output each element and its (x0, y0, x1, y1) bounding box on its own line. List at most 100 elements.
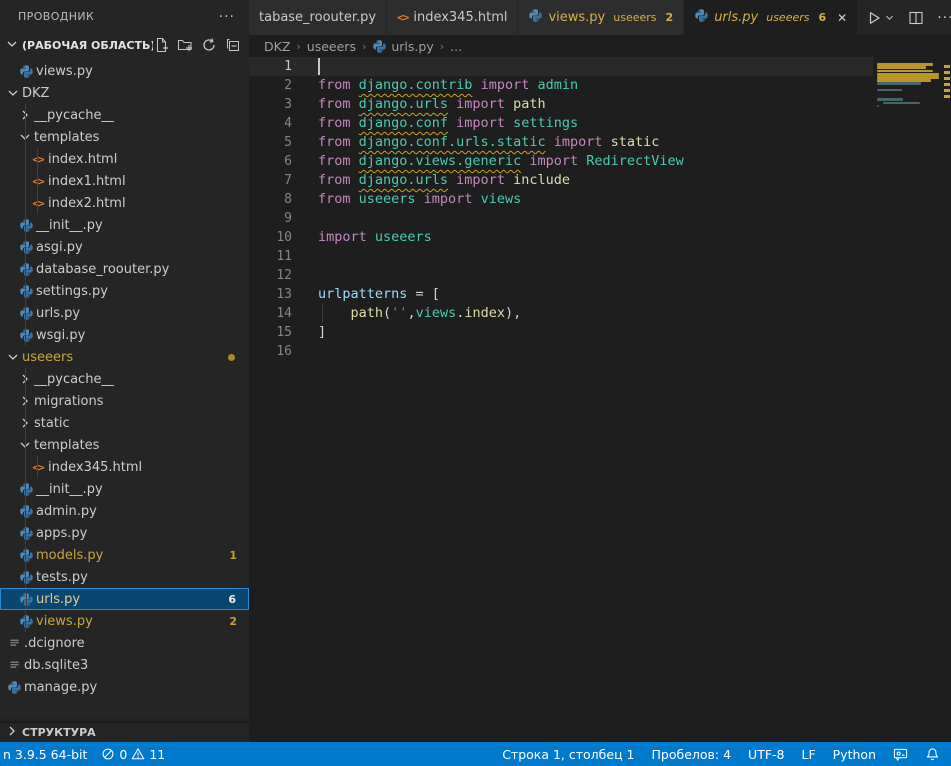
tree-item-label: index2.html (48, 196, 126, 211)
tree-item-label: __init__.py (36, 482, 103, 497)
more-editor-actions-icon[interactable]: ··· (937, 10, 951, 26)
indent-guide (25, 170, 26, 192)
breadcrumb-item--[interactable]: ... (450, 39, 462, 54)
code-line-1[interactable]: 1 (249, 57, 873, 76)
tree-folder-static[interactable]: static (0, 412, 249, 434)
python-interpreter-status[interactable]: n 3.9.5 64-bit (3, 747, 87, 762)
tree-file-settings-py[interactable]: settings.py (0, 280, 249, 302)
tree-folder--pycache-[interactable]: __pycache__ (0, 368, 249, 390)
tree-file-views-py[interactable]: views.py2 (0, 610, 249, 632)
views-more-actions-icon[interactable]: ··· (219, 9, 235, 25)
tab-index345-html[interactable]: <>index345.html (387, 0, 518, 35)
problem-badge: 1 (229, 549, 237, 562)
code-line-2[interactable]: 2from django.contrib import admin (249, 76, 873, 95)
line-number: 7 (249, 171, 292, 190)
breadcrumb-separator: › (362, 40, 366, 53)
code-line-13[interactable]: 13urlpatterns = [ (249, 285, 873, 304)
collapse-all-icon[interactable] (225, 37, 241, 53)
eol-status[interactable]: LF (802, 747, 816, 762)
tree-file-admin-py[interactable]: admin.py (0, 500, 249, 522)
tree-file-index345-html[interactable]: <>index345.html (0, 456, 249, 478)
tree-folder--pycache-[interactable]: __pycache__ (0, 104, 249, 126)
refresh-icon[interactable] (201, 37, 217, 53)
tree-file-index1-html[interactable]: <>index1.html (0, 170, 249, 192)
new-folder-icon[interactable] (177, 37, 193, 53)
tree-file-wsgi-py[interactable]: wsgi.py (0, 324, 249, 346)
code-line-15[interactable]: 15] (249, 323, 873, 342)
tree-folder-templates[interactable]: templates (0, 126, 249, 148)
tree-file-db-sqlite3[interactable]: db.sqlite3 (0, 654, 249, 676)
problems-status[interactable]: 0 11 (101, 747, 165, 762)
outline-section-header[interactable]: СТРУКТУРА (0, 722, 249, 742)
html-icon: <> (32, 153, 43, 166)
workspace-section-header[interactable]: (РАБОЧАЯ ОБЛАСТЬ) ... (0, 33, 249, 57)
problem-badge: 6 (228, 593, 236, 606)
code-editor[interactable]: 12from django.contrib import admin3from … (249, 57, 951, 742)
run-python-button[interactable] (866, 10, 895, 26)
line-number: 6 (249, 152, 292, 171)
feedback-icon[interactable] (893, 747, 908, 762)
tree-folder-templates[interactable]: templates (0, 434, 249, 456)
tree-folder-migrations[interactable]: migrations (0, 390, 249, 412)
breadcrumb-item-useeers[interactable]: useeers (307, 39, 356, 54)
indent-guide (37, 148, 38, 170)
close-tab-icon[interactable]: ✕ (837, 11, 847, 25)
new-file-icon[interactable] (153, 37, 169, 53)
code-line-3[interactable]: 3from django.urls import path (249, 95, 873, 114)
minimap-line (877, 98, 903, 100)
overview-ruler[interactable] (943, 57, 951, 742)
tree-item-label: __pycache__ (34, 108, 114, 123)
code-line-9[interactable]: 9 (249, 209, 873, 228)
tree-item-label: urls.py (36, 306, 80, 321)
tree-file-index2-html[interactable]: <>index2.html (0, 192, 249, 214)
tree-folder-DKZ[interactable]: DKZ (0, 82, 249, 104)
tree-file--dcignore[interactable]: .dcignore (0, 632, 249, 654)
tree-file-urls-py[interactable]: urls.py (0, 302, 249, 324)
indent-guide (25, 610, 26, 632)
language-mode-status[interactable]: Python (833, 747, 876, 762)
tree-file-database-roouter-py[interactable]: database_roouter.py (0, 258, 249, 280)
tree-file--init-py[interactable]: __init__.py (0, 478, 249, 500)
tree-file-models-py[interactable]: models.py1 (0, 544, 249, 566)
encoding-status[interactable]: UTF-8 (748, 747, 784, 762)
code-line-11[interactable]: 11 (249, 247, 873, 266)
tab-problem-badge: 2 (666, 11, 674, 24)
tree-file-asgi-py[interactable]: asgi.py (0, 236, 249, 258)
code-line-7[interactable]: 7from django.urls import include (249, 171, 873, 190)
tab-urls-py[interactable]: urls.pyuseeers6✕ (684, 0, 858, 35)
tree-file-views-py[interactable]: views.py (0, 60, 249, 82)
html-icon: <> (397, 11, 408, 24)
breadcrumb-item-urls-py[interactable]: urls.py (372, 39, 433, 54)
code-line-16[interactable]: 16 (249, 342, 873, 361)
tree-folder-useeers[interactable]: useeers (0, 346, 249, 368)
code-line-5[interactable]: 5from django.conf.urls.static import sta… (249, 133, 873, 152)
cursor-position-status[interactable]: Строка 1, столбец 1 (502, 747, 634, 762)
code-line-8[interactable]: 8from useeers import views (249, 190, 873, 209)
breadcrumb-text: useeers (307, 39, 356, 54)
tree-file-manage-py[interactable]: manage.py (0, 676, 249, 698)
tree-file--init-py[interactable]: __init__.py (0, 214, 249, 236)
code-line-4[interactable]: 4from django.conf import settings (249, 114, 873, 133)
tree-file-urls-py[interactable]: urls.py6 (0, 588, 249, 610)
split-editor-icon[interactable] (908, 10, 924, 26)
tree-item-label: asgi.py (36, 240, 83, 255)
run-dropdown-icon[interactable] (884, 12, 895, 23)
code-line-12[interactable]: 12 (249, 266, 873, 285)
tab-views-py[interactable]: views.pyuseeers2 (518, 0, 684, 35)
breadcrumb-item-DKZ[interactable]: DKZ (264, 39, 290, 54)
line-number: 14 (249, 304, 292, 323)
tree-file-tests-py[interactable]: tests.py (0, 566, 249, 588)
tree-item-label: migrations (34, 394, 104, 409)
code-line-10[interactable]: 10import useeers (249, 228, 873, 247)
warning-ruler-mark (944, 77, 950, 80)
code-line-14[interactable]: 14 path('',views.index), (249, 304, 873, 323)
tab-tabase-roouter-py[interactable]: tabase_roouter.py (249, 0, 387, 35)
indentation-status[interactable]: Пробелов: 4 (652, 747, 732, 762)
line-number: 13 (249, 285, 292, 304)
minimap[interactable] (875, 58, 943, 741)
code-line-6[interactable]: 6from django.views.generic import Redire… (249, 152, 873, 171)
tree-file-apps-py[interactable]: apps.py (0, 522, 249, 544)
notifications-bell-icon[interactable] (925, 747, 940, 762)
tree-file-index-html[interactable]: <>index.html (0, 148, 249, 170)
breadcrumb: DKZ›useeers›urls.py›... (249, 35, 951, 57)
